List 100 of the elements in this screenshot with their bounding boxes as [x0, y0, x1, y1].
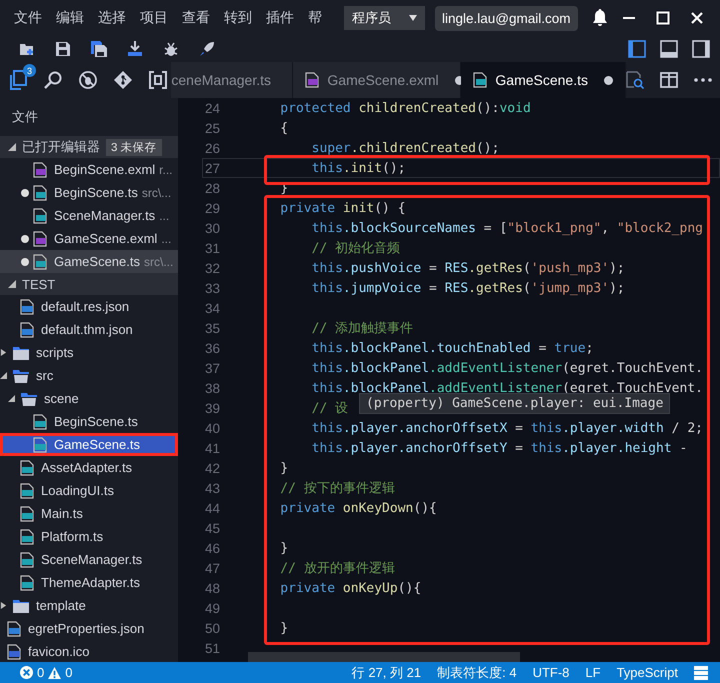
role-dropdown[interactable]: 程序员 — [344, 6, 425, 30]
bug-icon[interactable] — [163, 41, 179, 57]
line-number: 40 — [204, 420, 221, 436]
line-number: 26 — [204, 140, 221, 156]
save-icon[interactable] — [55, 41, 71, 57]
maximize-icon[interactable] — [656, 11, 670, 25]
menu-item[interactable]: 帮 — [308, 9, 322, 27]
save-all-icon[interactable] — [91, 41, 107, 57]
status-item[interactable]: 行 27, 列 21 — [352, 664, 422, 682]
editor-tab[interactable]: ceneManager.ts — [171, 62, 294, 98]
code-line: } — [279, 460, 288, 476]
close-icon[interactable] — [690, 11, 704, 25]
status-item[interactable]: UTF-8 — [532, 665, 570, 680]
typescript-file-icon — [20, 528, 34, 544]
open-editor-item[interactable]: GameScene.exml ... — [0, 227, 178, 250]
file-item[interactable]: default.thm.json — [0, 318, 178, 341]
typescript-file-icon — [20, 460, 34, 476]
menu-item[interactable]: 插件 — [266, 9, 294, 27]
json-file-icon — [7, 620, 21, 636]
file-item[interactable]: BeginScene.ts — [0, 410, 178, 433]
caret-icon[interactable] — [8, 143, 16, 151]
file-item[interactable]: AssetAdapter.ts — [0, 456, 178, 479]
folder-item[interactable]: src — [0, 364, 178, 387]
code-line: this.blockPanel.addEventListener(egret.TouchEvent. — [310, 380, 703, 396]
split-editor-icon[interactable] — [660, 71, 678, 89]
menu-item[interactable]: 项目 — [140, 9, 168, 27]
code-line: // 放开的事件逻辑 — [279, 560, 395, 577]
search-icon[interactable] — [44, 71, 62, 89]
section-title[interactable]: TEST — [22, 276, 56, 292]
folder-icon — [13, 346, 29, 360]
line-number: 51 — [204, 640, 221, 656]
file-item[interactable]: SceneManager.ts — [0, 548, 178, 571]
right-panel-icon[interactable] — [692, 40, 710, 58]
menu-item[interactable]: 转到 — [224, 9, 252, 27]
files-icon[interactable] — [9, 70, 27, 90]
code-line: private onKeyDown(){ — [279, 500, 437, 516]
line-number: 36 — [204, 340, 221, 356]
code-line: this.blockSourceNames = ["block1_png", "block2_png — [310, 220, 703, 236]
error-icon[interactable] — [20, 666, 33, 679]
open-folder-icon — [13, 368, 29, 382]
open-editor-item[interactable]: GameScene.ts src\... — [0, 250, 178, 273]
scrollbar-thumb[interactable] — [248, 652, 520, 662]
find-icon[interactable] — [626, 71, 644, 89]
section-title[interactable]: 已打开编辑器 — [22, 138, 100, 156]
file-item[interactable]: default.res.json — [0, 295, 178, 318]
caret-icon — [0, 372, 7, 379]
new-folder-icon[interactable] — [19, 41, 35, 57]
caret-icon — [0, 349, 7, 356]
error-count[interactable]: 0 — [37, 665, 44, 680]
line-number: 50 — [204, 620, 221, 636]
code-line: // 初始化音频 — [310, 240, 400, 257]
caret-icon[interactable] — [8, 280, 16, 288]
status-item[interactable]: LF — [585, 665, 601, 680]
file-item[interactable]: LoadingUI.ts — [0, 479, 178, 502]
file-item[interactable]: favicon.ico — [0, 640, 178, 662]
code-line: // 按下的事件逻辑 — [279, 480, 395, 497]
menu-item[interactable]: 查看 — [182, 9, 210, 27]
extensions-icon[interactable] — [149, 71, 167, 89]
warning-count[interactable]: 0 — [65, 665, 72, 680]
folder-icon — [13, 598, 29, 612]
folder-item[interactable]: scripts — [0, 341, 178, 364]
editor-tab[interactable]: GameScene.exml — [293, 62, 462, 98]
file-item[interactable]: GameScene.ts — [0, 433, 178, 456]
file-path: src\... — [142, 186, 172, 200]
open-editor-item[interactable]: BeginScene.exml r... — [0, 158, 178, 181]
feedback-icon[interactable] — [694, 666, 708, 680]
git-icon[interactable] — [114, 71, 132, 89]
account-email[interactable]: lingle.lau@gmail.com — [435, 6, 578, 30]
code-line: { — [279, 120, 288, 136]
line-number: 49 — [204, 600, 221, 616]
file-item[interactable]: Platform.ts — [0, 525, 178, 548]
no-bug-icon[interactable] — [79, 71, 97, 89]
file-item[interactable]: egretProperties.json — [0, 617, 178, 640]
code-line: this.player.anchorOffsetX = this.player.width / 2; — [310, 420, 703, 436]
menu-item[interactable]: 编辑 — [56, 9, 84, 27]
line-number: 45 — [204, 520, 221, 536]
folder-item[interactable]: template — [0, 594, 178, 617]
left-panel-icon[interactable] — [628, 40, 646, 58]
sidebar-title: 文件 — [11, 108, 39, 126]
code-line: super.childrenCreated(); — [310, 140, 500, 156]
editor-tab[interactable]: GameScene.ts — [461, 62, 626, 98]
open-editor-item[interactable]: BeginScene.ts src\... — [0, 181, 178, 204]
code-line: } — [279, 540, 288, 556]
bottom-panel-icon[interactable] — [660, 40, 678, 58]
file-path: src\... — [144, 254, 174, 268]
more-icon[interactable] — [694, 78, 712, 82]
line-number: 31 — [204, 240, 221, 256]
file-icon — [7, 644, 21, 660]
folder-item[interactable]: scene — [0, 387, 178, 410]
menu-item[interactable]: 文件 — [14, 9, 42, 27]
status-item[interactable]: TypeScript — [616, 665, 678, 680]
file-item[interactable]: Main.ts — [0, 502, 178, 525]
status-item[interactable]: 制表符长度: 4 — [437, 664, 517, 682]
open-editor-item[interactable]: SceneManager.ts ... — [0, 204, 178, 227]
bell-icon[interactable] — [592, 9, 608, 27]
typescript-file-icon — [473, 72, 488, 88]
menu-item[interactable]: 选择 — [98, 9, 126, 27]
warning-icon[interactable] — [48, 666, 62, 678]
file-item[interactable]: ThemeAdapter.ts — [0, 571, 178, 594]
download-icon[interactable] — [127, 41, 143, 57]
